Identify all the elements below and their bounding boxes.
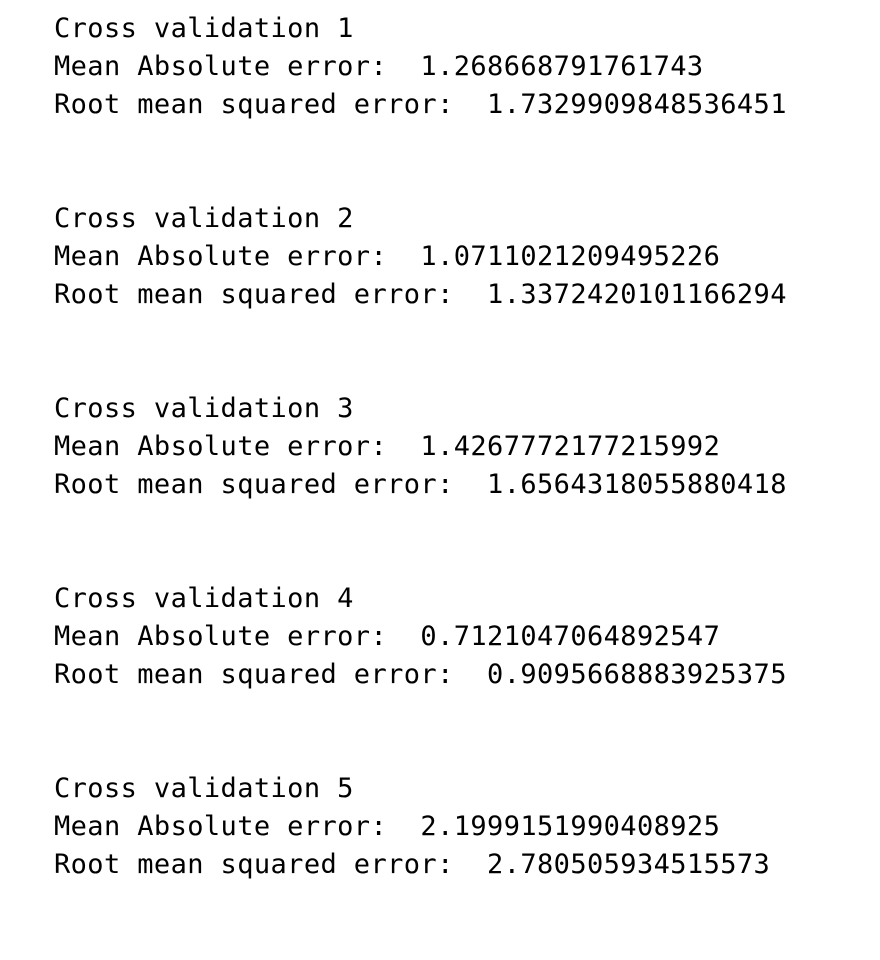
- cv-header: Cross validation 1: [54, 13, 354, 44]
- rmse-value: 0.9095668883925375: [487, 659, 787, 690]
- rmse-value: 2.780505934515573: [487, 849, 771, 880]
- cv-header: Cross validation 4: [54, 583, 354, 614]
- rmse-label: Root mean squared error:: [54, 279, 454, 310]
- mae-label: Mean Absolute error:: [54, 431, 388, 462]
- rmse-line: Root mean squared error: 0.9095668883925…: [54, 656, 787, 694]
- cv-block-1: Cross validation 1 Mean Absolute error: …: [54, 10, 787, 200]
- cv-block-5: Cross validation 5 Mean Absolute error: …: [54, 770, 787, 960]
- rmse-label: Root mean squared error:: [54, 89, 454, 120]
- mae-label: Mean Absolute error:: [54, 621, 388, 652]
- mae-line: Mean Absolute error: 1.268668791761743: [54, 48, 787, 86]
- rmse-value: 1.7329909848536451: [487, 89, 787, 120]
- mae-line: Mean Absolute error: 1.0711021209495226: [54, 238, 787, 276]
- cv-header: Cross validation 5: [54, 773, 354, 804]
- rmse-line: Root mean squared error: 1.3372420101166…: [54, 276, 787, 314]
- cv-block-3: Cross validation 3 Mean Absolute error: …: [54, 390, 787, 580]
- mae-line: Mean Absolute error: 1.4267772177215992: [54, 428, 787, 466]
- mae-value: 1.268668791761743: [420, 51, 704, 82]
- cv-header: Cross validation 3: [54, 393, 354, 424]
- mae-label: Mean Absolute error:: [54, 241, 388, 272]
- rmse-label: Root mean squared error:: [54, 849, 454, 880]
- cv-block-4: Cross validation 4 Mean Absolute error: …: [54, 580, 787, 770]
- console-output: Cross validation 1 Mean Absolute error: …: [54, 10, 787, 960]
- rmse-line: Root mean squared error: 1.6564318055880…: [54, 466, 787, 504]
- rmse-label: Root mean squared error:: [54, 469, 454, 500]
- mae-label: Mean Absolute error:: [54, 811, 388, 842]
- rmse-value: 1.6564318055880418: [487, 469, 787, 500]
- cv-block-2: Cross validation 2 Mean Absolute error: …: [54, 200, 787, 390]
- rmse-line: Root mean squared error: 2.7805059345155…: [54, 846, 787, 884]
- mae-line: Mean Absolute error: 2.1999151990408925: [54, 808, 787, 846]
- rmse-label: Root mean squared error:: [54, 659, 454, 690]
- mae-line: Mean Absolute error: 0.7121047064892547: [54, 618, 787, 656]
- mae-label: Mean Absolute error:: [54, 51, 388, 82]
- mae-value: 1.4267772177215992: [420, 431, 721, 462]
- mae-value: 1.0711021209495226: [420, 241, 721, 272]
- cv-header: Cross validation 2: [54, 203, 354, 234]
- mae-value: 2.1999151990408925: [420, 811, 721, 842]
- mae-value: 0.7121047064892547: [420, 621, 721, 652]
- rmse-line: Root mean squared error: 1.7329909848536…: [54, 86, 787, 124]
- rmse-value: 1.3372420101166294: [487, 279, 787, 310]
